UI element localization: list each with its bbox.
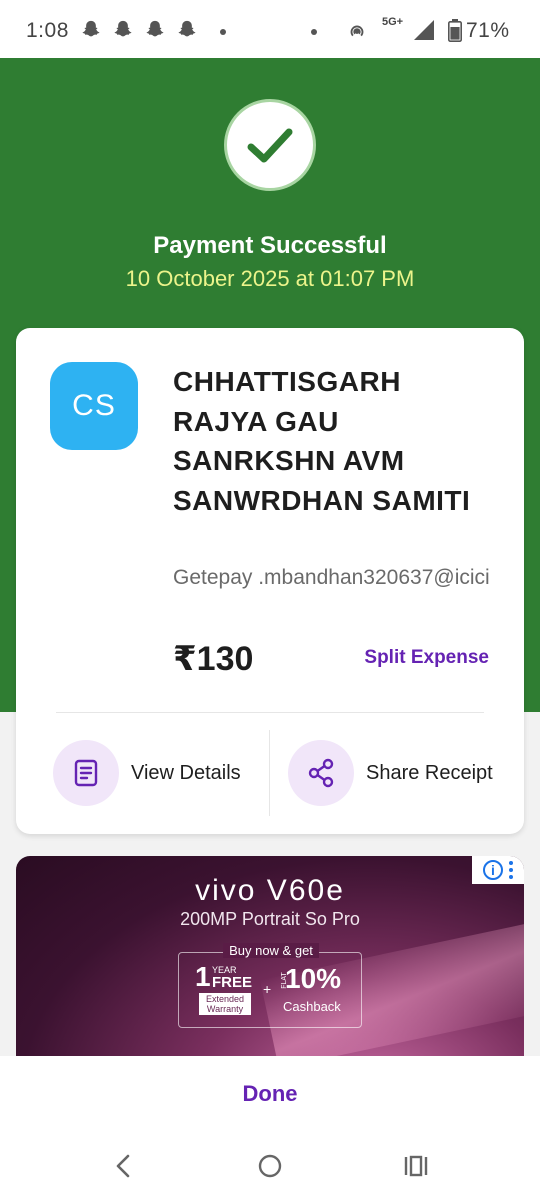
signal-icon [414,20,434,40]
battery-percent: 71% [466,19,510,42]
notification-icons [80,19,198,41]
payee-avatar: CS [50,362,138,450]
share-icon [288,740,354,806]
payment-amount: ₹130 [173,640,254,678]
status-bar: 1:08 5G+ 71% [0,0,540,58]
payment-datetime: 10 October 2025 at 01:07 PM [125,266,415,291]
view-details-button[interactable]: View Details [53,740,241,806]
ad-buy-now: Buy now & get [223,943,319,958]
view-details-label: View Details [131,761,241,784]
divider [269,730,270,816]
share-receipt-button[interactable]: Share Receipt [288,740,493,806]
snapchat-icon [82,20,100,37]
home-nav-button[interactable] [255,1150,285,1182]
payee-vpa: Getepay .mbandhan320637@icici [173,566,490,589]
document-icon [53,740,119,806]
snapchat-icon [146,20,164,37]
ad-plus: + [263,981,272,997]
divider [56,712,484,713]
ad-cashback-percent: 10% [285,963,342,994]
snapchat-icon [114,20,132,37]
ad-warranty-label: Extended Warranty [199,993,251,1015]
ad-brand: vivo V60e [195,874,345,907]
payment-status-title: Payment Successful [153,232,387,259]
battery-icon [448,19,462,42]
status-time: 1:08 [26,19,69,42]
ad-tagline: 200MP Portrait So Pro [180,909,360,929]
recents-nav-button[interactable] [401,1150,431,1182]
checkmark-icon [247,128,293,163]
ad-cashback-label: Cashback [283,999,341,1014]
network-type: 5G+ [382,16,404,28]
notification-dot-icon [220,29,226,35]
ad-year-number: 1 [195,961,211,992]
done-button[interactable]: Done [200,1076,340,1112]
home-icon [258,1154,282,1178]
ad-free-label: FREE [212,974,253,991]
payee-name: CHHATTISGARH RAJYA GAU SANRKSHN AVM SANW… [173,366,471,516]
ad-offer-box: Buy now & get 1 YEAR FREE Extended Warra… [178,943,362,1028]
payment-card: CS CHHATTISGARH RAJYA GAU SANRKSHN AVM S… [16,328,524,834]
hotspot-icon [350,25,364,37]
ad-banner[interactable]: i vivo V60e 200MP Portrait So Pro Buy no… [16,856,524,1056]
back-icon [116,1154,130,1178]
back-nav-button[interactable] [108,1150,138,1182]
notification-dot-icon [311,29,317,35]
snapchat-icon [178,20,196,37]
recents-icon [404,1155,428,1177]
split-expense-button[interactable]: Split Expense [364,647,489,669]
share-receipt-label: Share Receipt [366,761,493,784]
success-badge [224,99,316,191]
